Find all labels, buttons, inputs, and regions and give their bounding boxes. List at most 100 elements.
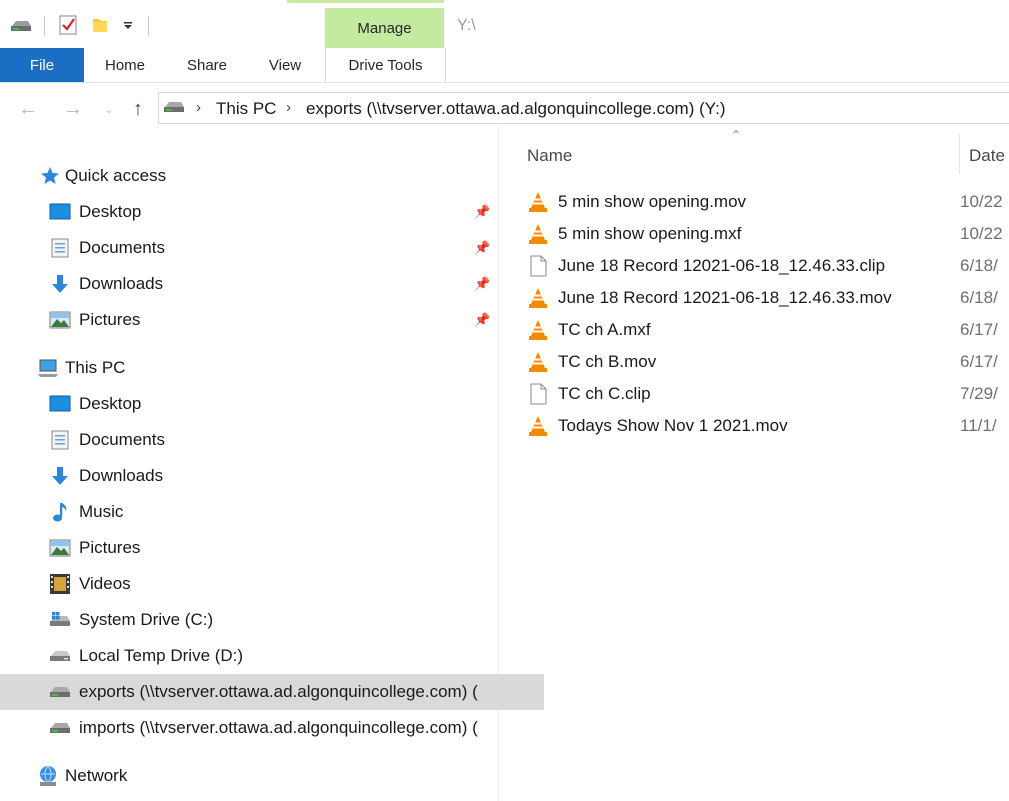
vlc-cone-icon <box>527 190 549 214</box>
network-icon <box>37 765 59 787</box>
videos-icon <box>49 573 71 595</box>
column-header-name[interactable]: Name <box>527 134 572 178</box>
nav-pc-music[interactable]: Music <box>0 494 544 530</box>
vlc-cone-icon <box>527 414 549 438</box>
blank-file-icon <box>527 254 549 278</box>
column-divider[interactable] <box>959 134 960 174</box>
nav-this-pc[interactable]: This PC <box>0 350 532 386</box>
up-arrow-icon[interactable]: ↑ <box>126 96 150 122</box>
file-date: 11/1/ <box>960 416 997 435</box>
file-date: 6/17/ <box>960 352 998 371</box>
file-row[interactable]: 5 min show opening.mov 10/22 <box>527 186 1009 218</box>
downloads-icon <box>49 273 71 295</box>
vlc-cone-icon <box>527 222 549 246</box>
nav-quick-access[interactable]: Quick access <box>0 158 534 194</box>
drive-icon <box>49 645 71 667</box>
forward-arrow-icon[interactable]: → <box>61 96 85 122</box>
nav-label: System Drive (C:) <box>79 610 214 629</box>
file-row[interactable]: Todays Show Nov 1 2021.mov 11/1/ <box>527 410 1009 442</box>
nav-label: Pictures <box>79 310 141 329</box>
nav-network[interactable]: Network <box>0 758 532 794</box>
recent-locations-chevron-icon[interactable]: ⌄ <box>97 96 121 122</box>
nav-pc-pictures[interactable]: Pictures <box>0 530 544 566</box>
tab-home[interactable]: Home <box>92 48 158 82</box>
drive-icon[interactable] <box>10 14 32 36</box>
nav-pc-desktop[interactable]: Desktop <box>0 386 544 422</box>
column-header-date[interactable]: Date <box>969 134 1005 178</box>
nav-label: exports (\\tvserver.ottawa.ad.algonquinc… <box>79 682 478 701</box>
nav-pc-system-drive[interactable]: System Drive (C:) <box>0 602 544 638</box>
breadcrumb-chevron-icon[interactable]: › <box>286 99 291 116</box>
file-row[interactable]: TC ch B.mov 6/17/ <box>527 346 1009 378</box>
nav-pc-videos[interactable]: Videos <box>0 566 544 602</box>
network-drive-icon <box>163 99 185 120</box>
nav-qa-desktop[interactable]: Desktop <box>0 194 544 230</box>
breadcrumb-exports[interactable]: exports (\\tvserver.ottawa.ad.algonquinc… <box>306 99 726 119</box>
customize-dropdown-icon[interactable] <box>117 14 139 36</box>
nav-pc-exports-drive[interactable]: exports (\\tvserver.ottawa.ad.algonquinc… <box>0 674 544 710</box>
file-date: 6/18/ <box>960 288 998 307</box>
breadcrumb-this-pc[interactable]: This PC <box>216 99 276 119</box>
nav-pc-imports-drive[interactable]: imports (\\tvserver.ottawa.ad.algonquinc… <box>0 710 544 746</box>
file-name: TC ch B.mov <box>558 352 657 371</box>
file-name: 5 min show opening.mxf <box>558 224 742 243</box>
nav-label: Pictures <box>79 538 141 557</box>
file-row[interactable]: TC ch C.clip 7/29/ <box>527 378 1009 410</box>
file-name: June 18 Record 12021-06-18_12.46.33.mov <box>558 288 892 307</box>
desktop-icon <box>49 393 71 415</box>
nav-label: Desktop <box>79 394 142 413</box>
nav-label: Network <box>65 766 128 785</box>
documents-icon <box>49 237 71 259</box>
nav-label: This PC <box>65 358 126 377</box>
file-date: 10/22 <box>960 224 1003 243</box>
file-date: 6/17/ <box>960 320 998 339</box>
nav-qa-documents[interactable]: Documents <box>0 230 544 266</box>
downloads-icon <box>49 465 71 487</box>
file-row[interactable]: June 18 Record 12021-06-18_12.46.33.mov … <box>527 282 1009 314</box>
nav-label: imports (\\tvserver.ottawa.ad.algonquinc… <box>79 718 478 737</box>
blank-file-icon <box>527 382 549 406</box>
nav-pc-local-temp-drive[interactable]: Local Temp Drive (D:) <box>0 638 544 674</box>
file-date: 7/29/ <box>960 384 998 403</box>
tab-share[interactable]: Share <box>174 48 240 82</box>
nav-label: Music <box>79 502 124 521</box>
file-row[interactable]: June 18 Record 12021-06-18_12.46.33.clip… <box>527 250 1009 282</box>
toolbar-separator <box>44 16 45 36</box>
manage-context-tab[interactable]: Manage <box>325 8 444 48</box>
vlc-cone-icon <box>527 286 549 310</box>
nav-label: Downloads <box>79 466 164 485</box>
properties-check-icon[interactable] <box>57 14 79 36</box>
context-accent-strip <box>287 0 444 3</box>
breadcrumb-chevron-icon[interactable]: › <box>196 99 201 116</box>
vlc-cone-icon <box>527 350 549 374</box>
nav-label: Downloads <box>79 274 164 293</box>
sort-ascending-icon: ⌃ <box>731 128 742 142</box>
nav-pc-downloads[interactable]: Downloads <box>0 458 544 494</box>
file-name: 5 min show opening.mov <box>558 192 747 211</box>
documents-icon <box>49 429 71 451</box>
star-icon <box>39 165 61 187</box>
file-row[interactable]: TC ch A.mxf 6/17/ <box>527 314 1009 346</box>
pictures-icon <box>49 309 71 331</box>
file-row[interactable]: 5 min show opening.mxf 10/22 <box>527 218 1009 250</box>
nav-label: Videos <box>79 574 131 593</box>
back-arrow-icon[interactable]: ← <box>16 96 40 122</box>
pictures-icon <box>49 537 71 559</box>
file-name: TC ch C.clip <box>558 384 651 403</box>
toolbar-separator <box>148 16 149 36</box>
network-drive-icon <box>49 681 71 703</box>
nav-qa-pictures[interactable]: Pictures <box>0 302 544 338</box>
nav-label: Desktop <box>79 202 142 221</box>
nav-label: Documents <box>79 238 165 257</box>
file-date: 6/18/ <box>960 256 998 275</box>
new-folder-icon[interactable] <box>89 14 111 36</box>
nav-pc-documents[interactable]: Documents <box>0 422 544 458</box>
tab-view[interactable]: View <box>252 48 318 82</box>
network-drive-icon <box>49 717 71 739</box>
nav-qa-downloads[interactable]: Downloads <box>0 266 544 302</box>
window-title-path: Y:\ <box>457 17 476 34</box>
computer-icon <box>37 357 59 379</box>
tab-drive-tools[interactable]: Drive Tools <box>325 48 446 82</box>
tab-file[interactable]: File <box>0 48 84 82</box>
nav-label: Quick access <box>65 166 167 185</box>
